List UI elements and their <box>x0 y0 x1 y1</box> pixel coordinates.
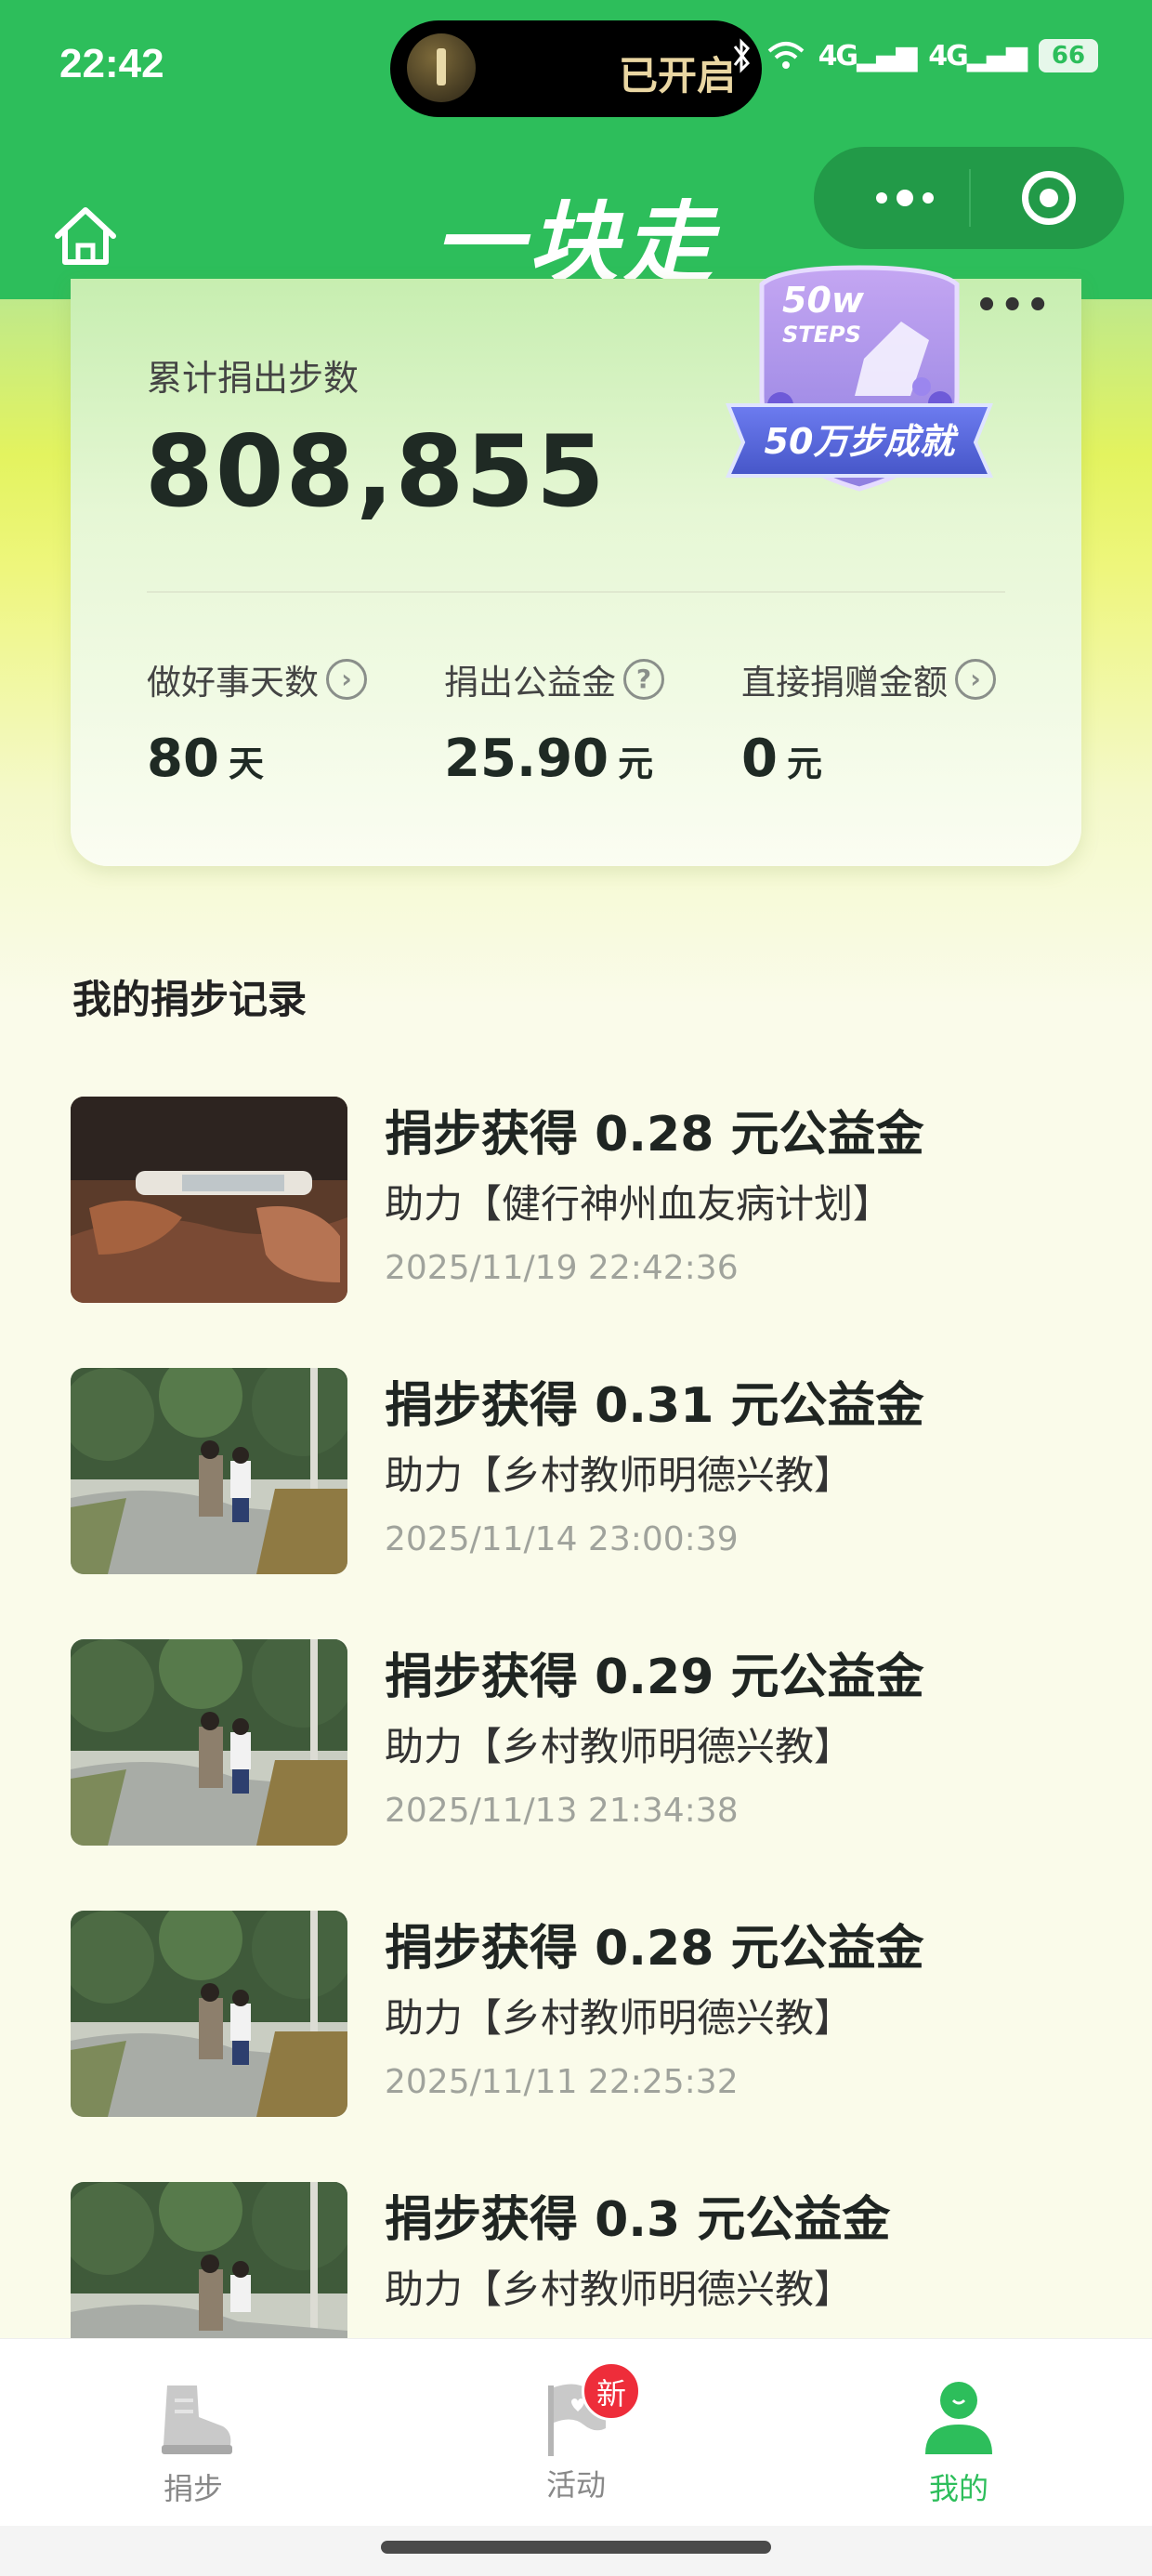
bluetooth-icon <box>733 38 750 73</box>
island-status-text: 已开启 <box>618 53 736 99</box>
stat-label: 直接捐赠金额 <box>741 663 948 703</box>
stat-charity-funds: 捐出公益金 ? 25.90 元 <box>444 654 664 789</box>
stat-direct-donation: 直接捐赠金额 › 0元 <box>741 654 996 789</box>
stat-label: 捐出公益金 <box>444 663 616 703</box>
flashlight-icon <box>407 33 476 102</box>
battery-icon: 66 <box>1039 39 1098 72</box>
record-title: 捐步获得 0.29 元公益金 <box>385 1649 924 1705</box>
tab-donate-steps[interactable]: 捐步 <box>119 2376 268 2508</box>
status-time: 22:42 <box>59 41 164 86</box>
record-title: 捐步获得 0.31 元公益金 <box>385 1378 924 1434</box>
tab-label: 捐步 <box>163 2471 223 2506</box>
records-section-title: 我的捐步记录 <box>72 977 308 1022</box>
cellular-signal-2: 4G▂▄▆ <box>928 39 1028 72</box>
achievement-badge-icon[interactable]: 50w STEPS 50万步成就 <box>725 256 994 507</box>
project-thumbnail-image <box>71 1639 347 1846</box>
tab-label: 活动 <box>545 2467 606 2503</box>
record-time: 2025/11/13 21:34:38 <box>385 1792 739 1830</box>
project-thumbnail-image <box>71 1911 347 2117</box>
record-time: 2025/11/14 23:00:39 <box>385 1520 739 1558</box>
cellular-signal-1: 4G▂▄▆ <box>818 39 918 72</box>
tab-label: 我的 <box>928 2471 988 2506</box>
stat-unit: 元 <box>618 743 654 784</box>
flag-icon-wrap: 新 <box>530 2361 641 2460</box>
record-title: 捐步获得 0.3 元公益金 <box>385 2192 891 2248</box>
user-icon <box>925 2382 992 2454</box>
help-icon[interactable]: › <box>326 659 367 700</box>
close-miniprogram-button[interactable] <box>1022 171 1076 225</box>
project-thumbnail-image <box>71 1368 347 1574</box>
shoe-icon <box>162 2385 232 2454</box>
record-item[interactable]: 捐步获得 0.28 元公益金 助力【乡村教师明德兴教】 2025/11/11 2… <box>71 1911 1093 2117</box>
record-title: 捐步获得 0.28 元公益金 <box>385 1921 924 1977</box>
dynamic-island: 已开启 <box>390 20 762 117</box>
total-steps-label: 累计捐出步数 <box>147 358 360 399</box>
stat-value: 25.90 <box>444 729 609 789</box>
tab-activities[interactable]: 新 活动 <box>502 2361 650 2504</box>
stat-good-deed-days: 做好事天数 › 80 天 <box>147 654 367 789</box>
record-time: 2025/11/19 22:42:36 <box>385 1249 739 1287</box>
stat-label: 做好事天数 <box>147 663 319 703</box>
badge-ribbon-text: 50万步成就 <box>765 421 960 462</box>
new-badge: 新 <box>582 2361 641 2421</box>
stat-value: 0 <box>741 729 778 789</box>
record-time: 2025/11/11 22:25:32 <box>385 2063 739 2101</box>
app-header: 22:42 已开启 4G▂▄▆ 4G▂▄▆ 66 一块走 <box>0 0 1152 299</box>
badge-steps-text: STEPS <box>782 322 861 348</box>
help-icon[interactable]: ? <box>623 659 664 700</box>
record-title: 捐步获得 0.28 元公益金 <box>385 1107 924 1163</box>
badge-top-text: 50w <box>782 280 865 321</box>
record-project: 助力【乡村教师明德兴教】 <box>385 1452 854 1498</box>
more-options-button[interactable] <box>860 175 949 221</box>
stat-unit: 元 <box>786 743 822 784</box>
bottom-tab-bar: 捐步 新 活动 我的 <box>0 2338 1152 2526</box>
record-project: 助力【乡村教师明德兴教】 <box>385 1724 854 1769</box>
record-project: 助力【乡村教师明德兴教】 <box>385 1995 854 2041</box>
home-indicator[interactable] <box>381 2541 771 2554</box>
miniprogram-capsule <box>814 147 1124 249</box>
record-item[interactable]: 捐步获得 0.29 元公益金 助力【乡村教师明德兴教】 2025/11/13 2… <box>71 1639 1093 1846</box>
status-icons: 4G▂▄▆ 4G▂▄▆ 66 <box>731 37 1098 74</box>
tab-mine[interactable]: 我的 <box>884 2376 1033 2508</box>
wifi-icon <box>767 42 804 69</box>
stats-card: ••• 累计捐出步数 808,855 50w STEPS 50万步成就 做好事天… <box>71 265 1081 866</box>
record-item[interactable]: 捐步获得 0.28 元公益金 助力【健行神州血友病计划】 2025/11/19 … <box>71 1097 1093 1303</box>
record-project: 助力【健行神州血友病计划】 <box>385 1181 893 1227</box>
stat-unit: 天 <box>228 743 264 784</box>
record-project: 助力【乡村教师明德兴教】 <box>385 2267 854 2312</box>
help-icon[interactable]: › <box>955 659 996 700</box>
record-item[interactable]: 捐步获得 0.31 元公益金 助力【乡村教师明德兴教】 2025/11/14 2… <box>71 1368 1093 1574</box>
project-thumbnail-image <box>71 1097 347 1303</box>
card-divider <box>147 591 1005 593</box>
capsule-divider <box>969 169 971 227</box>
stat-value: 80 <box>147 729 219 789</box>
total-steps-value: 808,855 <box>145 414 607 529</box>
